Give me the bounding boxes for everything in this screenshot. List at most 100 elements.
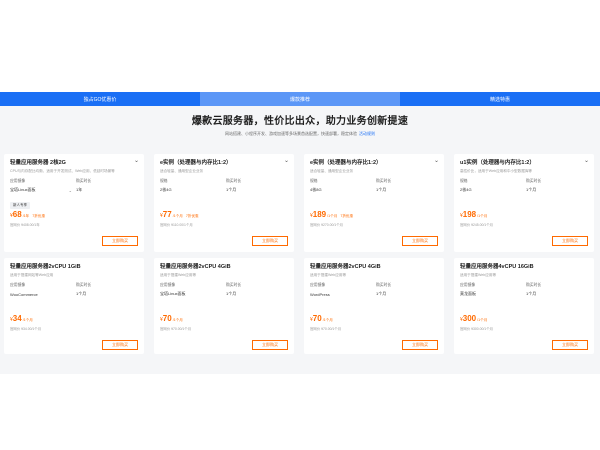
buy-button[interactable]: 立即购买 bbox=[402, 236, 438, 246]
chevron-down-icon[interactable]: ⌄ bbox=[584, 157, 589, 164]
buy-button[interactable]: 立即购买 bbox=[102, 340, 138, 350]
promo-badge: 7折优惠 bbox=[32, 214, 46, 218]
price-unit: /1年 bbox=[22, 214, 30, 218]
buy-button[interactable]: 立即购买 bbox=[552, 236, 588, 246]
buy-button[interactable]: 立即购买 bbox=[252, 340, 288, 350]
spec-value[interactable]: 2核4G bbox=[160, 187, 222, 193]
duration-label: 购买时长 bbox=[526, 179, 542, 183]
chevron-down-icon[interactable]: ⌄ bbox=[134, 157, 139, 164]
price-value: 77 bbox=[162, 210, 172, 219]
original-price: 官网价 ¥408.00/1年 bbox=[10, 223, 40, 227]
duration-value[interactable]: 1个月 bbox=[226, 187, 288, 193]
price-value: 68 bbox=[12, 210, 22, 219]
duration-label: 购买时长 bbox=[226, 283, 242, 287]
duration-value[interactable]: 1年 bbox=[76, 187, 138, 193]
original-price: 官网价 ¥70.00/1个月 bbox=[160, 327, 192, 331]
buy-button[interactable]: 立即购买 bbox=[102, 236, 138, 246]
card-title: u1实例（处理器与内存比1:2） bbox=[460, 160, 535, 166]
spec-value[interactable]: 2核4G bbox=[460, 187, 522, 193]
card-title: 轻量应用服务器2vCPU 4GiB bbox=[310, 264, 381, 270]
chevron-down-icon[interactable]: ⌄ bbox=[434, 157, 439, 164]
page-subline: 网站搭建、小程序开发、游戏加速等多场景首选配置，快速部署，稳定体验 活动规则 bbox=[0, 131, 600, 137]
spec-label: 规格 bbox=[460, 179, 468, 183]
image-value[interactable]: 宝塔Linux面板 bbox=[160, 291, 222, 297]
duration-value[interactable]: 1个月 bbox=[76, 291, 138, 297]
image-select[interactable]: 宝塔Linux面板 ⌄ bbox=[10, 187, 72, 193]
tab-exclusive-go[interactable]: 独占GO优惠价 bbox=[0, 92, 200, 106]
buy-button[interactable]: 立即购买 bbox=[252, 236, 288, 246]
price-value: 70 bbox=[162, 314, 172, 323]
card-desc: 适合轻量、通用型企业业务 bbox=[160, 169, 204, 173]
original-price: 官网价 ¥110.00/1个月 bbox=[160, 223, 193, 227]
os-label: 应用镜像 bbox=[460, 283, 476, 287]
image-value[interactable]: WordPress bbox=[310, 291, 372, 297]
price-unit: /1个月 bbox=[172, 318, 183, 322]
price-unit: /1个月 bbox=[477, 318, 488, 322]
card-desc: 适用于搭建Web应用等 bbox=[310, 273, 347, 277]
price-unit: /1个月 bbox=[327, 214, 338, 218]
price: ¥70/1个月 bbox=[160, 314, 183, 323]
buy-button[interactable]: 立即购买 bbox=[552, 340, 588, 350]
os-label: 应用镜像 bbox=[160, 283, 176, 287]
price-unit: /1个月 bbox=[477, 214, 488, 218]
original-price: 官网价 ¥300.00/1个月 bbox=[460, 327, 493, 331]
chevron-down-icon: ⌄ bbox=[68, 187, 72, 193]
price-unit: /1个月 bbox=[22, 318, 33, 322]
price: ¥189/1个月 7折优惠 bbox=[310, 210, 353, 219]
product-card: 轻量应用服务器2vCPU 4GiB 适用于搭建Web应用等 应用镜像 购买时长 … bbox=[154, 258, 294, 354]
card-title: 轻量应用服务器4vCPU 16GiB bbox=[460, 264, 534, 270]
price-unit: /1个月 bbox=[322, 318, 333, 322]
product-card: 轻量应用服务器4vCPU 16GiB 适用于搭建Web应用等 应用镜像 购买时长… bbox=[454, 258, 594, 354]
duration-label: 购买时长 bbox=[76, 179, 92, 183]
top-tab-bar: 独占GO优惠价 爆款推荐 精选特惠 bbox=[0, 92, 600, 106]
tab-label: 爆款推荐 bbox=[289, 96, 310, 103]
image-value[interactable]: 莫龙面板 bbox=[460, 291, 522, 297]
card-title: e实例（处理器与内存比1:2） bbox=[310, 160, 382, 166]
product-card: u1实例（处理器与内存比1:2） ⌄ 高性价比，适用于Web应用和中小型数据库等… bbox=[454, 154, 594, 252]
card-title: 轻量应用服务器2vCPU 4GiB bbox=[160, 264, 231, 270]
duration-label: 购买时长 bbox=[376, 179, 392, 183]
spec-value[interactable]: 4核8G bbox=[310, 187, 372, 193]
price-unit: /1个月 bbox=[172, 214, 183, 218]
original-price: 官网价 ¥270.00/1个月 bbox=[310, 223, 343, 227]
price: ¥70/1个月 bbox=[310, 314, 333, 323]
duration-value[interactable]: 1个月 bbox=[526, 187, 588, 193]
duration-label: 购买时长 bbox=[526, 283, 542, 287]
tab-hot-recommend[interactable]: 爆款推荐 bbox=[200, 92, 400, 106]
original-price: 官网价 ¥245.00/1个月 bbox=[460, 223, 493, 227]
tab-selected-deals[interactable]: 精选特惠 bbox=[400, 92, 600, 106]
product-card: e实例（处理器与内存比1:2） ⌄ 适合轻量、通用型企业业务 规格 购买时长 2… bbox=[154, 154, 294, 252]
original-price: 官网价 ¥34.00/1个月 bbox=[10, 327, 42, 331]
price: ¥68/1年 7折优惠 bbox=[10, 210, 45, 219]
tab-label: 精选特惠 bbox=[489, 96, 510, 103]
subline-text: 网站搭建、小程序开发、游戏加速等多场景首选配置，快速部署，稳定体验 bbox=[225, 131, 357, 136]
card-title: 轻量应用服务器2vCPU 1GiB bbox=[10, 264, 81, 270]
spec-label: 规格 bbox=[310, 179, 318, 183]
duration-value[interactable]: 1个月 bbox=[526, 291, 588, 297]
duration-label: 购买时长 bbox=[76, 283, 92, 287]
page-headline: 爆款云服务器，性价比出众，助力业务创新提速 bbox=[191, 116, 409, 127]
product-card: 轻量应用服务器 2核2G ⌄ CPU与内存配比均衡，适用于开发测试、Web应用、… bbox=[4, 154, 144, 252]
spec-label: 应用镜像 bbox=[10, 179, 26, 183]
duration-value[interactable]: 1个月 bbox=[376, 291, 438, 297]
os-label: 应用镜像 bbox=[10, 283, 26, 287]
card-desc: 适用于搭建网站等Web应用 bbox=[10, 273, 54, 277]
promo-badge: 7折优惠 bbox=[185, 214, 199, 218]
price-value: 189 bbox=[312, 210, 327, 219]
product-card: 轻量应用服务器2vCPU 4GiB 适用于搭建Web应用等 应用镜像 购买时长 … bbox=[304, 258, 444, 354]
chevron-down-icon[interactable]: ⌄ bbox=[284, 157, 289, 164]
duration-value[interactable]: 1个月 bbox=[376, 187, 438, 193]
card-desc: 高性价比，适用于Web应用和中小型数据库等 bbox=[460, 169, 533, 173]
rules-link[interactable]: 活动规则 bbox=[359, 131, 375, 136]
price-value: 70 bbox=[312, 314, 322, 323]
price-value: 300 bbox=[462, 314, 477, 323]
duration-value[interactable]: 1个月 bbox=[226, 291, 288, 297]
image-value[interactable]: WooCommerce bbox=[10, 291, 72, 297]
spec-label: 规格 bbox=[160, 179, 168, 183]
image-value: 宝塔Linux面板 bbox=[10, 187, 36, 192]
card-desc: 适用于搭建Web应用等 bbox=[160, 273, 197, 277]
original-price: 官网价 ¥70.00/1个月 bbox=[310, 327, 342, 331]
card-title: 轻量应用服务器 2核2G bbox=[10, 160, 66, 166]
os-label: 应用镜像 bbox=[310, 283, 326, 287]
buy-button[interactable]: 立即购买 bbox=[402, 340, 438, 350]
